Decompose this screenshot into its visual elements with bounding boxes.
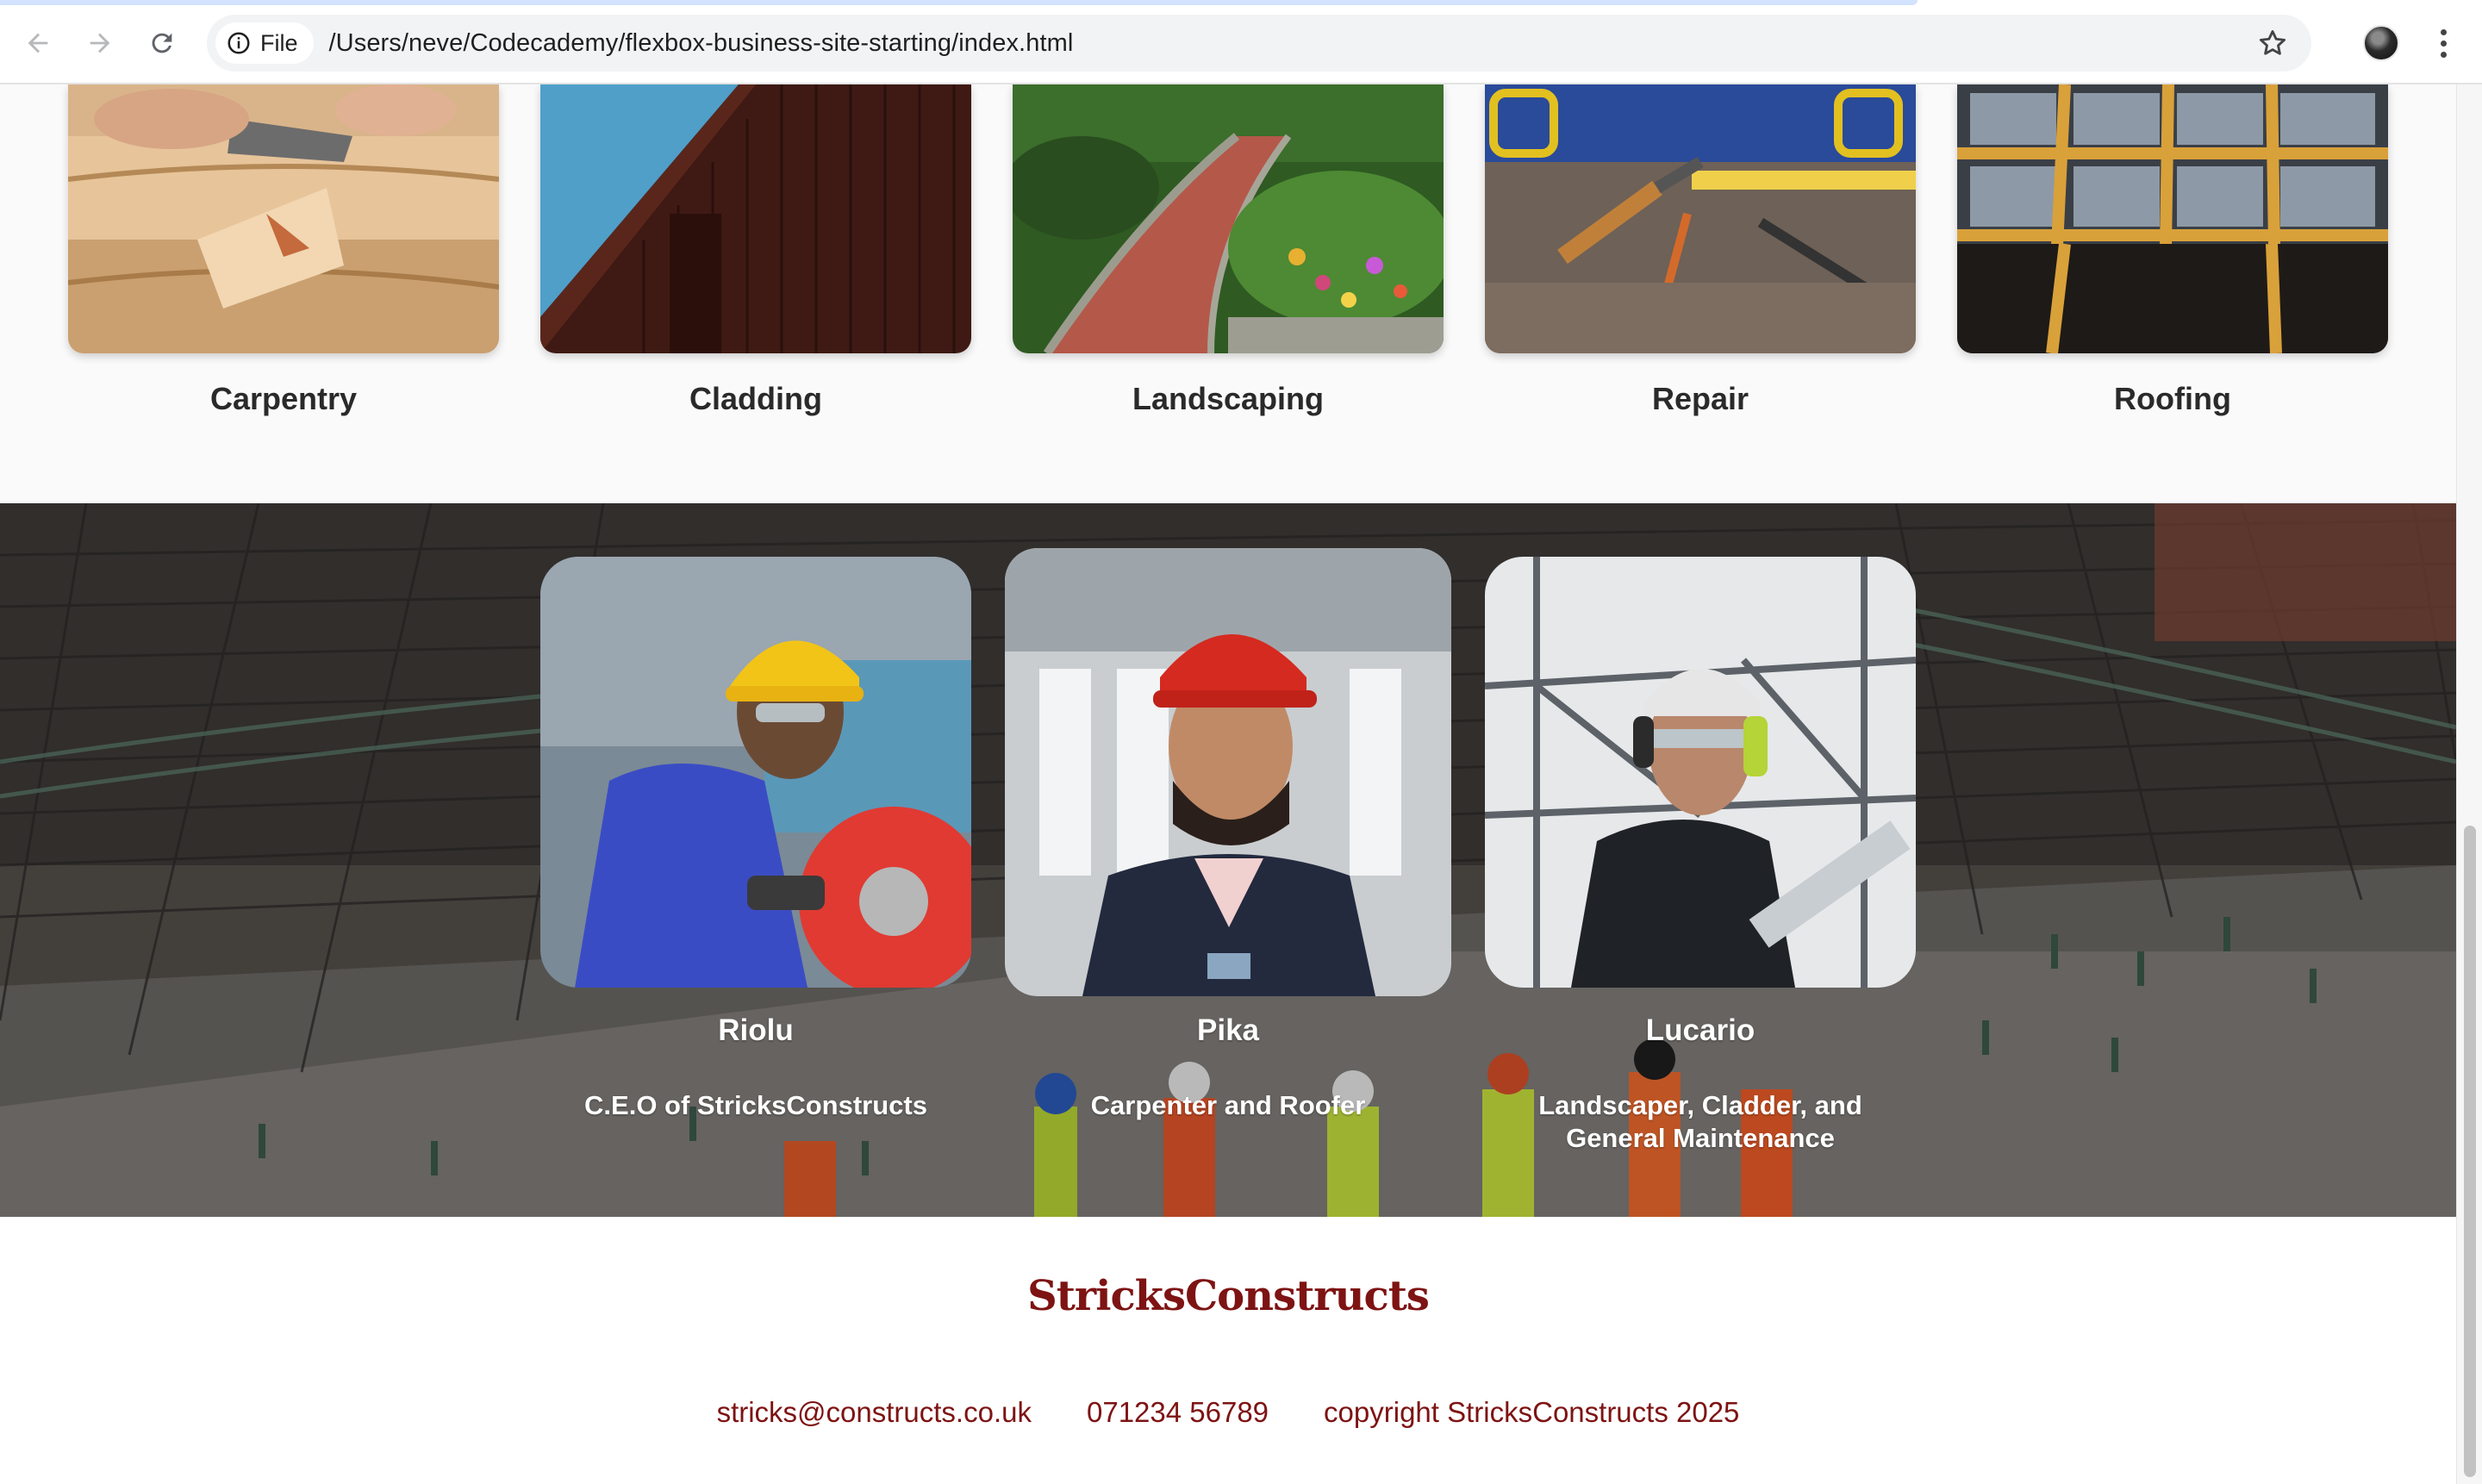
back-button[interactable] bbox=[14, 19, 62, 67]
page-viewport: Carpentry Cladding Landscaping Repair Ro… bbox=[0, 84, 2456, 1484]
team-member-riolu: Riolu C.E.O of StricksConstructs bbox=[540, 557, 971, 1122]
service-title: Carpentry bbox=[209, 381, 358, 416]
forward-button[interactable] bbox=[76, 19, 124, 67]
pika-photo bbox=[1005, 548, 1451, 996]
site-footer: StricksConstructs stricks@constructs.co.… bbox=[0, 1217, 2456, 1484]
service-card-cladding[interactable]: Cladding bbox=[540, 84, 971, 417]
service-title: Landscaping bbox=[1132, 381, 1325, 416]
url-text[interactable]: /Users/neve/Codecademy/flexbox-business-… bbox=[329, 29, 1074, 58]
address-bar[interactable]: File /Users/neve/Codecademy/flexbox-busi… bbox=[207, 15, 2311, 72]
service-card-roofing[interactable]: Roofing bbox=[1957, 84, 2388, 417]
footer-phone: 071234 56789 bbox=[1086, 1396, 1269, 1428]
service-title: Repair bbox=[1651, 381, 1749, 416]
footer-contact-row: stricks@constructs.co.uk 071234 56789 co… bbox=[0, 1396, 2456, 1429]
member-role: C.E.O of StricksConstructs bbox=[584, 1090, 927, 1120]
scrollbar-thumb[interactable] bbox=[2464, 826, 2476, 1477]
cladding-image bbox=[540, 84, 971, 353]
landscaping-image bbox=[1013, 84, 1444, 353]
service-card-carpentry[interactable]: Carpentry bbox=[68, 84, 499, 417]
site-info-chip[interactable]: File bbox=[215, 22, 314, 64]
footer-brand: StricksConstructs bbox=[1027, 1272, 1430, 1320]
reload-button[interactable] bbox=[138, 19, 186, 67]
team-member-lucario: Lucario Landscaper, Cladder, and General… bbox=[1485, 557, 1916, 1155]
tab-strip-edge bbox=[0, 0, 1918, 5]
services-section: Carpentry Cladding Landscaping Repair Ro… bbox=[0, 84, 2456, 503]
team-section: Riolu C.E.O of StricksConstructs Pika Ca… bbox=[0, 503, 2456, 1217]
service-title: Cladding bbox=[689, 381, 822, 416]
service-card-repair[interactable]: Repair bbox=[1485, 84, 1916, 417]
profile-avatar[interactable] bbox=[2363, 25, 2399, 61]
info-icon bbox=[228, 32, 250, 54]
footer-email-link[interactable]: stricks@constructs.co.uk bbox=[717, 1396, 1032, 1429]
member-name: Riolu bbox=[718, 1013, 794, 1047]
bookmark-star-icon[interactable] bbox=[2256, 27, 2289, 59]
lucario-photo bbox=[1485, 557, 1916, 988]
browser-menu-button[interactable] bbox=[2430, 22, 2456, 64]
repair-image bbox=[1485, 84, 1916, 353]
member-role: Landscaper, Cladder, and General Mainten… bbox=[1538, 1090, 1862, 1153]
forward-arrow-icon bbox=[90, 33, 110, 53]
service-title: Roofing bbox=[2114, 381, 2231, 416]
back-arrow-icon bbox=[28, 33, 48, 53]
service-card-landscaping[interactable]: Landscaping bbox=[1013, 84, 1444, 417]
riolu-photo bbox=[540, 557, 971, 988]
member-name: Pika bbox=[1197, 1013, 1259, 1047]
member-role: Carpenter and Roofer bbox=[1090, 1090, 1366, 1120]
carpentry-image bbox=[68, 84, 499, 353]
roofing-image bbox=[1957, 84, 2388, 353]
team-member-pika: Pika Carpenter and Roofer bbox=[1005, 548, 1451, 1122]
page-scrollbar[interactable] bbox=[2456, 84, 2482, 1484]
member-name: Lucario bbox=[1645, 1013, 1755, 1047]
site-chip-label: File bbox=[260, 29, 298, 56]
browser-toolbar: File /Users/neve/Codecademy/flexbox-busi… bbox=[0, 0, 2482, 84]
reload-icon bbox=[152, 33, 172, 53]
footer-copyright: copyright StricksConstructs 2025 bbox=[1324, 1396, 1740, 1428]
